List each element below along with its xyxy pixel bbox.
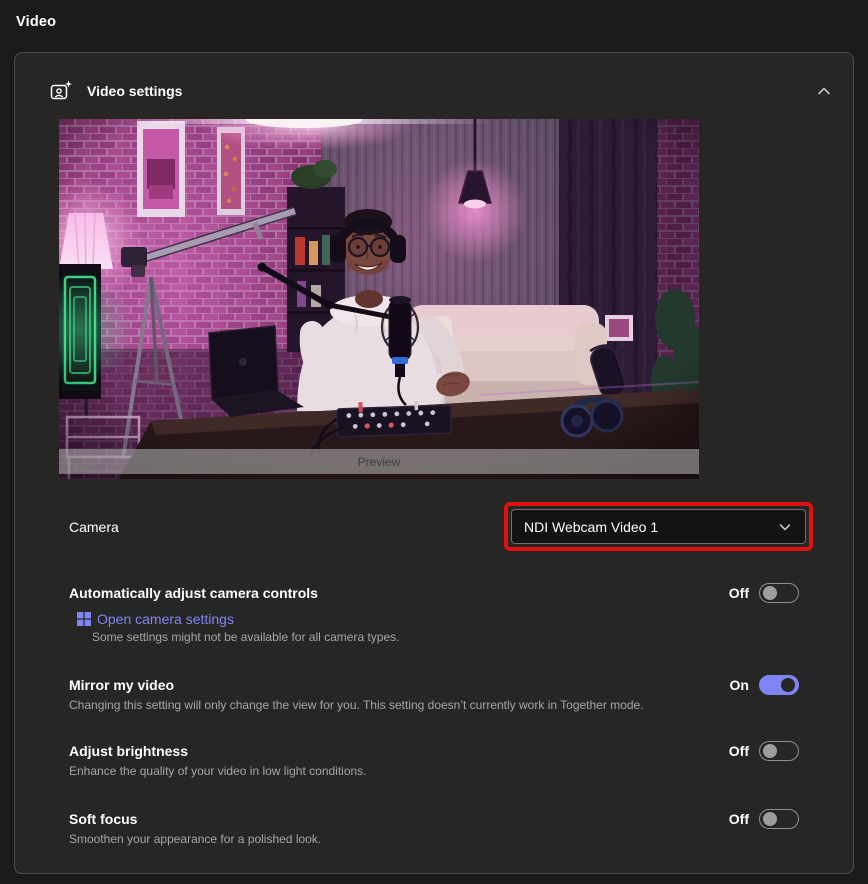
setting-description: Changing this setting will only change t… [69,697,644,713]
auto-adjust-toggle[interactable] [759,583,799,603]
video-settings-page: Video Video settings [0,0,868,874]
chevron-up-icon [814,81,834,101]
toggle-knob [763,744,777,758]
video-preview: Preview [59,119,699,479]
camera-preview-scene [59,119,699,479]
setting-description: Some settings might not be available for… [92,629,400,645]
camera-dropdown-value: NDI Webcam Video 1 [524,519,658,535]
setting-row-soft-focus: Soft focus Smoothen your appearance for … [69,809,799,847]
chevron-down-icon [777,519,793,535]
mirror-my-video-toggle[interactable] [759,675,799,695]
setting-description: Enhance the quality of your video in low… [69,763,367,779]
panel-header: Video settings [15,53,853,103]
toggle-state-label: Off [729,743,749,759]
camera-highlight-box: NDI Webcam Video 1 [504,502,813,551]
soft-focus-toggle[interactable] [759,809,799,829]
setting-label: Mirror my video [69,675,644,695]
preview-label: Preview [358,455,401,469]
setting-description: Smoothen your appearance for a polished … [69,831,321,847]
open-camera-settings-link[interactable]: Open camera settings [97,611,234,627]
camera-row: Camera NDI Webcam Video 1 [69,502,813,551]
settings-panel: Video settings [14,52,854,874]
panel-title: Video settings [87,83,813,99]
setting-row-brightness: Adjust brightness Enhance the quality of… [69,741,799,779]
setting-label: Adjust brightness [69,741,367,761]
page-title: Video [14,14,854,30]
toggle-state-label: On [730,677,749,693]
collapse-button[interactable] [813,80,835,102]
toggle-knob [781,678,795,692]
setting-row-mirror: Mirror my video Changing this setting wi… [69,675,799,713]
toggle-state-label: Off [729,585,749,601]
toggle-knob [763,586,777,600]
toggle-knob [763,812,777,826]
camera-label: Camera [69,519,119,535]
camera-dropdown[interactable]: NDI Webcam Video 1 [511,509,806,544]
video-person-sparkle-icon [49,79,73,103]
windows-icon [77,612,91,626]
adjust-brightness-toggle[interactable] [759,741,799,761]
preview-label-bar: Preview [59,449,699,474]
setting-row-auto-adjust: Automatically adjust camera controls Ope… [69,583,799,645]
setting-label: Automatically adjust camera controls [69,583,400,603]
setting-label: Soft focus [69,809,321,829]
toggle-state-label: Off [729,811,749,827]
